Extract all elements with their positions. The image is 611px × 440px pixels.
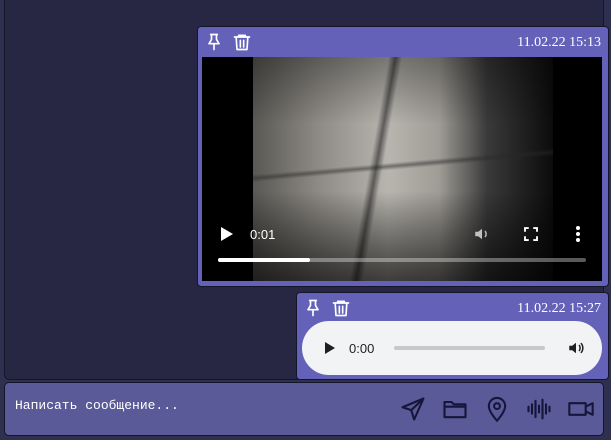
fullscreen-icon[interactable]	[522, 225, 540, 243]
message-timestamp: 11.02.22 15:27	[517, 301, 601, 316]
message-actions	[303, 298, 351, 318]
video-camera-icon[interactable]	[567, 395, 595, 423]
audio-progress-bar[interactable]	[394, 346, 545, 350]
video-current-time: 0:01	[250, 227, 276, 242]
message-composer	[4, 382, 604, 436]
audio-player[interactable]: 0:00	[302, 321, 602, 375]
video-message: 11.02.22 15:13 0:01	[197, 26, 609, 287]
message-input[interactable]	[13, 393, 377, 417]
chat-messages-panel[interactable]: 11.02.22 15:13 0:01 11.02.22 15:27 0:00	[4, 0, 609, 380]
composer-actions	[399, 395, 595, 423]
message-actions	[204, 32, 252, 52]
audio-message: 11.02.22 15:27 0:00	[296, 292, 609, 380]
pin-icon[interactable]	[303, 298, 323, 318]
more-options-icon[interactable]	[572, 225, 584, 243]
play-icon[interactable]	[220, 226, 234, 242]
send-icon[interactable]	[399, 395, 427, 423]
location-pin-icon[interactable]	[483, 395, 511, 423]
video-progress-bar[interactable]	[218, 258, 586, 262]
voice-wave-icon[interactable]	[525, 395, 553, 423]
play-icon[interactable]	[324, 341, 336, 355]
folder-icon[interactable]	[441, 395, 469, 423]
message-timestamp: 11.02.22 15:13	[517, 35, 601, 50]
pin-icon[interactable]	[204, 32, 224, 52]
video-player[interactable]: 0:01	[202, 57, 602, 281]
audio-current-time: 0:00	[349, 341, 375, 356]
volume-icon[interactable]	[473, 225, 491, 243]
trash-icon[interactable]	[331, 298, 351, 318]
trash-icon[interactable]	[232, 32, 252, 52]
video-progress-fill	[218, 258, 310, 262]
volume-icon[interactable]	[567, 339, 585, 357]
